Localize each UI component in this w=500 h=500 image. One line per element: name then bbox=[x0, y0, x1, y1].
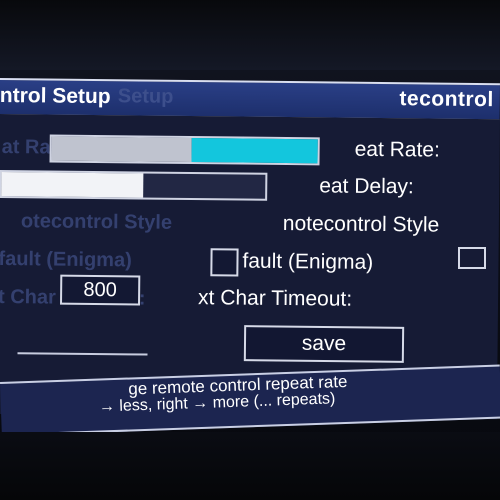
default-ghost: fault (Enigma) bbox=[0, 247, 132, 272]
repeat-rate-fill bbox=[51, 136, 192, 163]
remotecontrol-style-label: notecontrol Style bbox=[282, 211, 440, 237]
window-title: ntrol Setup bbox=[0, 83, 111, 109]
tv-screen: ntrol Setup Setup tecontrol at Rate: eat… bbox=[0, 0, 500, 500]
repeat-rate-slider[interactable] bbox=[49, 134, 320, 166]
repeat-rate-label: eat Rate: bbox=[354, 137, 441, 162]
save-button[interactable]: save bbox=[243, 325, 405, 363]
repeat-delay-slider[interactable] bbox=[0, 169, 268, 201]
window-title-ghost: Setup bbox=[117, 85, 174, 108]
divider-line bbox=[17, 352, 148, 356]
default-enigma-label: fault (Enigma) bbox=[242, 249, 374, 274]
repeat-rate-highlight bbox=[191, 138, 318, 164]
window-title-right: tecontrol bbox=[399, 87, 494, 112]
screen-dark-bottom bbox=[0, 432, 500, 500]
next-char-timeout-input[interactable]: 800 bbox=[60, 274, 141, 306]
remotecontrol-style-ghost: otecontrol Style bbox=[20, 210, 173, 234]
next-char-timeout-label: xt Char Timeout: bbox=[197, 286, 353, 311]
next-char-timeout-value: 800 bbox=[83, 278, 117, 302]
arrow-indicator-icon bbox=[458, 247, 486, 269]
default-checkbox[interactable] bbox=[210, 248, 239, 277]
repeat-delay-fill bbox=[1, 172, 144, 198]
repeat-delay-label: eat Delay: bbox=[319, 174, 414, 199]
screen-dark-top bbox=[0, 0, 500, 70]
